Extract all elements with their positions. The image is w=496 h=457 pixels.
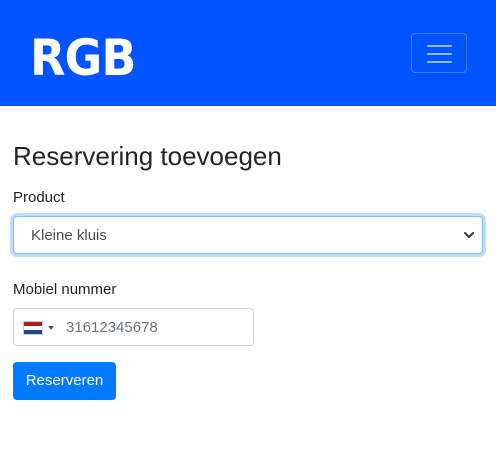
product-select[interactable]: Kleine kluis	[13, 216, 483, 254]
mobile-number-field	[13, 308, 254, 346]
navbar-toggler-button[interactable]	[411, 33, 467, 73]
navbar: RGB	[0, 0, 496, 106]
nl-flag-icon	[23, 321, 43, 335]
hamburger-menu-icon	[427, 45, 452, 47]
product-label: Product	[13, 189, 65, 206]
reserve-button[interactable]: Reserveren	[13, 362, 116, 400]
mobile-number-input[interactable]	[66, 310, 246, 344]
product-select-value: Kleine kluis	[31, 227, 107, 244]
brand-logo[interactable]: RGB	[30, 33, 136, 83]
hamburger-menu-icon-bar	[427, 53, 452, 55]
country-selector[interactable]	[23, 320, 59, 336]
hamburger-menu-icon-bar	[427, 61, 452, 63]
caret-down-icon	[48, 326, 54, 330]
page-title: Reservering toevoegen	[13, 141, 282, 171]
chevron-down-icon	[464, 232, 474, 238]
mobile-number-label: Mobiel nummer	[13, 281, 117, 298]
